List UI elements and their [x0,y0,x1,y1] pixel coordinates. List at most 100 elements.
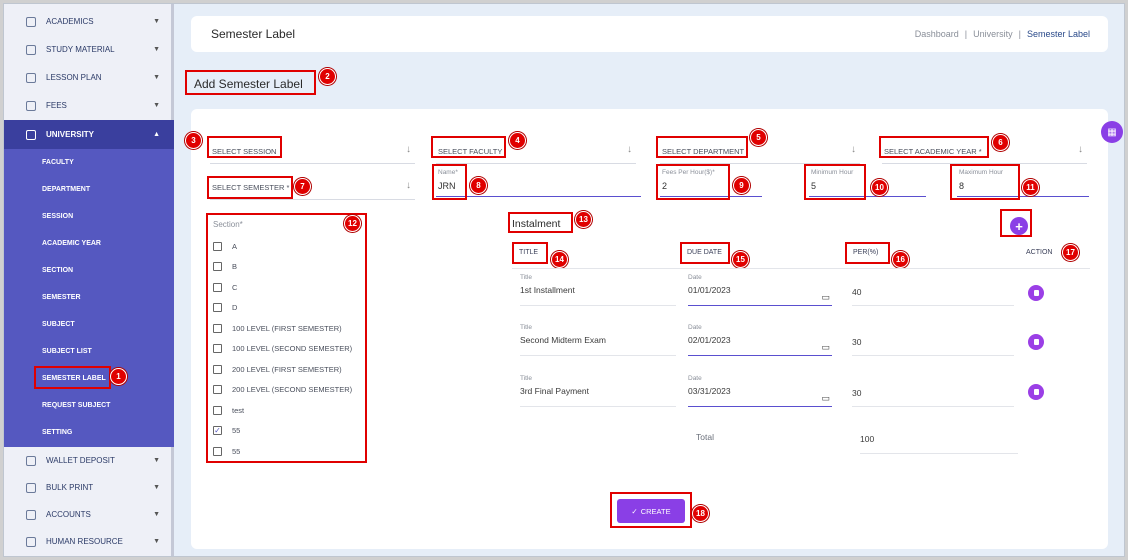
check-icon: ✓ [631,506,638,516]
annotation-badge: 2 [319,68,336,85]
submenu-request-subject[interactable]: REQUEST SUBJECT [4,392,174,419]
section-checkbox[interactable]: B [213,259,361,273]
section-checkbox[interactable]: ✓ 55 [213,423,361,437]
checkbox-icon [213,302,222,312]
chevron-down-icon: ▼ [153,511,160,518]
instalment-date-input[interactable]: Date 02/01/2023 ▭ [688,324,832,356]
section-checkbox[interactable]: 100 LEVEL (FIRST SEMESTER) [213,321,361,335]
university-icon [26,129,36,140]
page-title: Semester Label [211,27,296,41]
sidebar-item-fees[interactable]: FEES ▼ [4,92,174,119]
section-checkbox[interactable]: 200 LEVEL (FIRST SEMESTER) [213,362,361,376]
annotation-badge: 16 [892,251,909,268]
section-checkbox[interactable]: 55 [213,444,361,458]
human-resource-icon [26,536,36,547]
sidebar-item-wallet-deposit[interactable]: WALLET DEPOSIT ▼ [4,447,174,474]
study-material-icon [26,44,36,55]
total-value-field: 100 [860,430,1018,454]
university-submenu: FACULTY DEPARTMENT SESSION ACADEMIC YEAR… [4,149,174,447]
section-checkbox[interactable]: 100 LEVEL (SECOND SEMESTER) [213,341,361,355]
column-header-action: ACTION [1026,249,1053,256]
delete-icon[interactable] [1028,285,1044,301]
submenu-subject-list[interactable]: SUBJECT LIST [4,338,174,365]
chevron-down-icon: ▼ [153,102,160,109]
submenu-department[interactable]: DEPARTMENT [4,176,174,203]
annotation-box [431,136,506,158]
delete-icon[interactable] [1028,334,1044,350]
annotation-badge: 11 [1022,179,1039,196]
breadcrumb-dashboard[interactable]: Dashboard [915,29,959,39]
chevron-down-icon: ▼ [153,74,160,81]
chevron-down-icon: ▼ [153,457,160,464]
sidebar-item-lesson-plan[interactable]: LESSON PLAN ▼ [4,64,174,91]
create-button[interactable]: ✓ CREATE [617,499,685,523]
checkbox-icon [213,282,222,292]
annotation-box [207,136,282,158]
submenu-setting[interactable]: SETTING [4,419,174,446]
instalment-percent-input[interactable]: 30 [852,375,1014,407]
submenu-semester[interactable]: SEMESTER [4,284,174,311]
checkbox-icon [213,241,222,251]
fees-icon [26,100,36,111]
instalment-title-input[interactable]: Title Second Midterm Exam [520,324,676,356]
submenu-subject[interactable]: SUBJECT [4,311,174,338]
column-header-title: TITLE [519,249,539,256]
print-icon [26,482,36,493]
sidebar-item-accounts[interactable]: ACCOUNTS ▼ [4,501,174,528]
section-checkbox[interactable]: D [213,300,361,314]
accounts-icon [26,509,36,520]
instalment-percent-input[interactable]: 40 [852,274,1014,306]
annotation-badge: 14 [551,251,568,268]
annotation-badge: 6 [992,134,1009,151]
annotation-badge: 7 [294,178,311,195]
delete-icon[interactable] [1028,384,1044,400]
calendar-icon[interactable]: ▭ [821,342,830,353]
submenu-faculty[interactable]: FACULTY [4,149,174,176]
instalment-date-input[interactable]: Date 01/01/2023 ▭ [688,274,832,306]
calendar-icon[interactable]: ▭ [821,393,830,404]
instalment-percent-input[interactable]: 30 [852,324,1014,356]
section-checkbox[interactable]: A [213,239,361,253]
calendar-icon[interactable]: ▭ [821,292,830,303]
sidebar-item-study-material[interactable]: STUDY MATERIAL ▼ [4,36,174,63]
submenu-section[interactable]: SECTION [4,257,174,284]
checkbox-icon [213,446,222,456]
chevron-down-icon: ▼ [153,538,160,545]
section-label: Section* [213,220,243,229]
instalment-date-input[interactable]: Date 03/31/2023 ▭ [688,375,832,407]
checkbox-icon [213,384,222,394]
chevron-up-icon: ▲ [153,131,160,138]
sidebar-item-academics[interactable]: ACADEMICS ▼ [4,8,174,35]
section-checkbox[interactable]: test [213,403,361,417]
annotation-badge: 13 [575,211,592,228]
add-instalment-button[interactable]: + [1010,217,1028,235]
section-checkbox[interactable]: 200 LEVEL (SECOND SEMESTER) [213,382,361,396]
annotation-box [432,164,467,200]
lesson-plan-icon [26,72,36,83]
annotation-badge: 18 [692,505,709,522]
annotation-badge: 15 [732,251,749,268]
table-header-divider [512,268,1090,269]
annotation-box [879,136,989,158]
breadcrumb-current: Semester Label [1026,29,1090,39]
submenu-session[interactable]: SESSION [4,203,174,230]
sidebar-item-university[interactable]: UNIVERSITY ▲ [4,120,174,149]
instalment-title-input[interactable]: Title 1st Installment [520,274,676,306]
top-bar: Semester Label Dashboard | University | … [191,16,1108,52]
sidebar-item-human-resource[interactable]: HUMAN RESOURCE ▼ [4,528,174,555]
submenu-academic-year[interactable]: ACADEMIC YEAR [4,230,174,257]
breadcrumb-university[interactable]: University [973,29,1013,39]
cart-icon[interactable]: ▦ [1101,121,1123,143]
annotation-badge: 4 [509,132,526,149]
breadcrumb-separator: | [1018,29,1021,39]
arrow-down-icon: ↓ [851,144,856,155]
sidebar-item-bulk-print[interactable]: BULK PRINT ▼ [4,474,174,501]
chevron-down-icon: ▼ [153,46,160,53]
annotation-box [950,164,1020,200]
column-header-percent: PER(%) [853,249,879,256]
instalment-title-input[interactable]: Title 3rd Final Payment [520,375,676,407]
arrow-down-icon: ↓ [1078,144,1083,155]
section-checkbox[interactable]: C [213,280,361,294]
wallet-icon [26,455,36,466]
arrow-down-icon: ↓ [627,144,632,155]
